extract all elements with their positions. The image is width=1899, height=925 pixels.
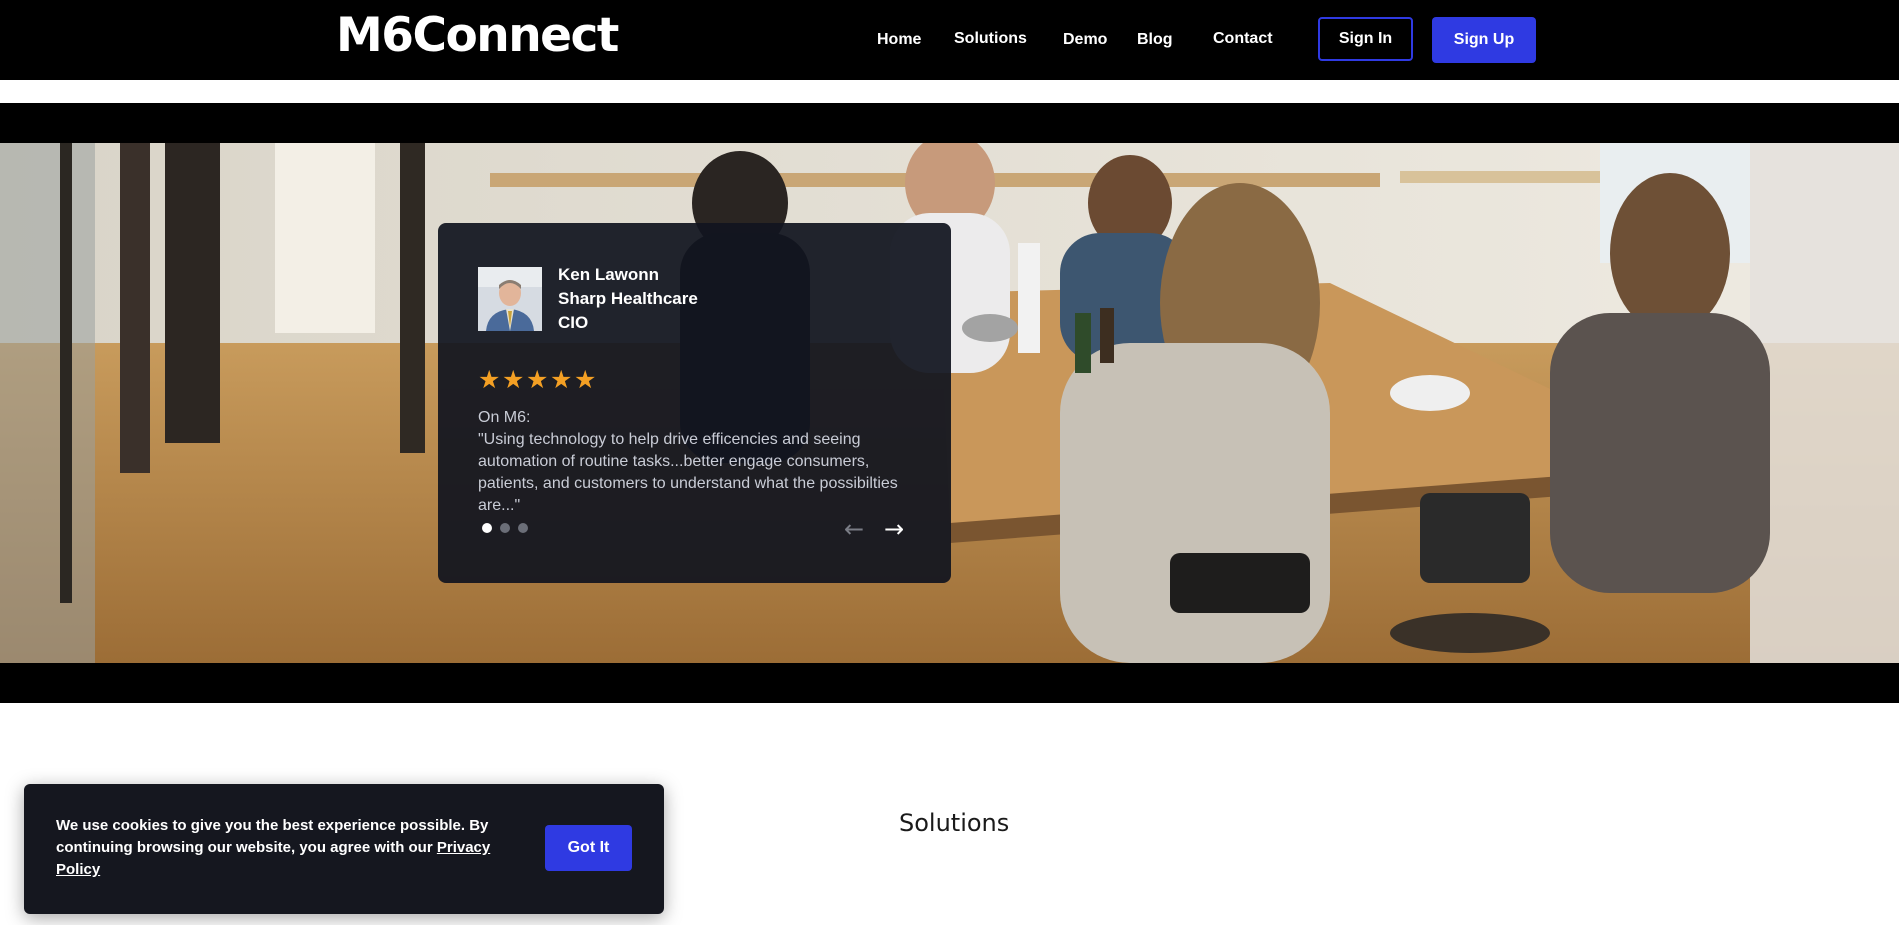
nav-demo[interactable]: Demo (1063, 28, 1107, 52)
carousel-dot[interactable] (518, 523, 528, 533)
star-icon: ★ (526, 366, 549, 394)
sign-in-button[interactable]: Sign In (1318, 17, 1413, 61)
nav-solutions[interactable]: Solutions (954, 27, 1027, 51)
carousel-dot[interactable] (500, 523, 510, 533)
rating-stars: ★ ★ ★ ★ ★ (478, 366, 597, 394)
site-logo[interactable]: M6Connect (336, 8, 619, 64)
nav-blog[interactable]: Blog (1137, 28, 1173, 52)
star-icon: ★ (574, 366, 597, 394)
arrow-left-icon[interactable]: ← (844, 517, 864, 541)
reviewer-company: Sharp Healthcare (558, 289, 698, 308)
carousel-dot[interactable] (482, 523, 492, 533)
cookie-message: We use cookies to give you the best expe… (56, 815, 526, 881)
cookie-banner: We use cookies to give you the best expe… (24, 784, 664, 914)
star-icon: ★ (550, 366, 573, 394)
reviewer-avatar (478, 267, 542, 331)
star-icon: ★ (502, 366, 525, 394)
arrow-right-icon[interactable]: → (884, 517, 904, 541)
testimonial-quote: "Using technology to help drive efficenc… (478, 431, 898, 514)
sign-up-button[interactable]: Sign Up (1432, 17, 1536, 63)
nav-home[interactable]: Home (877, 28, 921, 52)
got-it-button[interactable]: Got It (545, 825, 632, 871)
reviewer-title: CIO (558, 313, 589, 332)
section-heading: Solutions (899, 809, 1010, 837)
site-header: M6Connect Home Solutions Demo Blog Conta… (0, 0, 1899, 80)
star-icon: ★ (478, 366, 501, 394)
nav-contact[interactable]: Contact (1213, 27, 1273, 51)
cookie-text: We use cookies to give you the best expe… (56, 817, 489, 856)
testimonial-card: Ken Lawonn Sharp Healthcare CIO ★ ★ ★ ★ … (438, 223, 951, 583)
carousel-pagination (482, 523, 528, 533)
reviewer-name: Ken Lawonn (558, 265, 660, 284)
quote-label: On M6: (478, 409, 531, 426)
